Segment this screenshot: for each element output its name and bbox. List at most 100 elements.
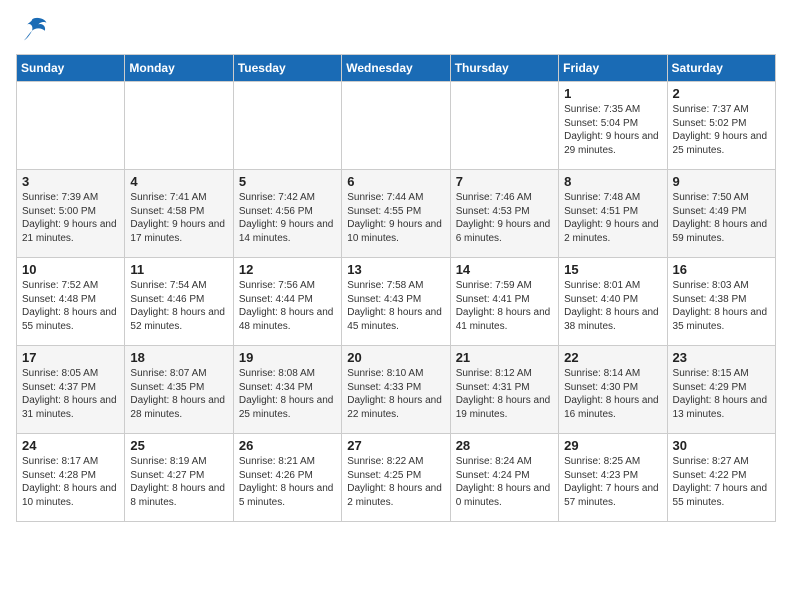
calendar-cell: 20 Sunrise: 8:10 AM Sunset: 4:33 PM Dayli… [342,346,450,434]
day-number: 6 [347,174,444,189]
weekday-header-thursday: Thursday [450,55,558,82]
day-info: Sunrise: 8:25 AM Sunset: 4:23 PM Dayligh… [564,455,661,509]
day-info: Sunrise: 7:52 AM Sunset: 4:48 PM Dayligh… [22,279,119,333]
day-number: 4 [130,174,227,189]
day-number: 13 [347,262,444,277]
weekday-header-wednesday: Wednesday [342,55,450,82]
day-number: 22 [564,350,661,365]
calendar-cell: 24Sunrise: 8:17 AM Sunset: 4:28 PM Dayli… [17,434,125,522]
day-info: Sunrise: 7:58 AM Sunset: 4:43 PM Dayligh… [347,279,444,333]
day-number: 8 [564,174,661,189]
day-info: Sunrise: 8:15 AM Sunset: 4:29 PM Dayligh… [673,367,770,421]
day-info: Sunrise: 8:24 AM Sunset: 4:24 PM Dayligh… [456,455,553,509]
calendar-cell: 14Sunrise: 7:59 AM Sunset: 4:41 PM Dayli… [450,258,558,346]
calendar-cell: 25 Sunrise: 8:19 AM Sunset: 4:27 PM Dayli… [125,434,233,522]
calendar-cell: 4 Sunrise: 7:41 AM Sunset: 4:58 PM Daylig… [125,170,233,258]
logo [16,16,52,44]
day-info: Sunrise: 7:41 AM Sunset: 4:58 PM Dayligh… [130,191,227,245]
calendar-cell [17,82,125,170]
day-number: 21 [456,350,553,365]
calendar-cell: 16 Sunrise: 8:03 AM Sunset: 4:38 PM Dayli… [667,258,775,346]
weekday-header-saturday: Saturday [667,55,775,82]
day-info: Sunrise: 8:17 AM Sunset: 4:28 PM Dayligh… [22,455,119,509]
calendar-cell: 26 Sunrise: 8:21 AM Sunset: 4:26 PM Dayli… [233,434,341,522]
day-number: 12 [239,262,336,277]
calendar-week-3: 10 Sunrise: 7:52 AM Sunset: 4:48 PM Dayli… [17,258,776,346]
calendar-cell: 23 Sunrise: 8:15 AM Sunset: 4:29 PM Dayli… [667,346,775,434]
day-number: 17 [22,350,119,365]
day-info: Sunrise: 7:42 AM Sunset: 4:56 PM Dayligh… [239,191,336,245]
day-number: 23 [673,350,770,365]
day-number: 7 [456,174,553,189]
day-number: 9 [673,174,770,189]
day-info: Sunrise: 8:08 AM Sunset: 4:34 PM Dayligh… [239,367,336,421]
day-info: Sunrise: 7:56 AM Sunset: 4:44 PM Dayligh… [239,279,336,333]
day-info: Sunrise: 7:46 AM Sunset: 4:53 PM Dayligh… [456,191,553,245]
calendar-cell [450,82,558,170]
day-number: 5 [239,174,336,189]
weekday-header-sunday: Sunday [17,55,125,82]
logo-icon [16,16,48,44]
calendar-cell [125,82,233,170]
calendar-cell [233,82,341,170]
day-number: 28 [456,438,553,453]
day-number: 18 [130,350,227,365]
calendar-cell: 27 Sunrise: 8:22 AM Sunset: 4:25 PM Dayli… [342,434,450,522]
calendar-week-4: 17 Sunrise: 8:05 AM Sunset: 4:37 PM Dayli… [17,346,776,434]
calendar-week-2: 3 Sunrise: 7:39 AM Sunset: 5:00 PM Daylig… [17,170,776,258]
day-number: 11 [130,262,227,277]
day-number: 29 [564,438,661,453]
calendar-cell: 18 Sunrise: 8:07 AM Sunset: 4:35 PM Dayli… [125,346,233,434]
calendar-cell: 29 Sunrise: 8:25 AM Sunset: 4:23 PM Dayli… [559,434,667,522]
calendar-cell: 28 Sunrise: 8:24 AM Sunset: 4:24 PM Dayli… [450,434,558,522]
day-number: 27 [347,438,444,453]
day-number: 26 [239,438,336,453]
weekday-header-monday: Monday [125,55,233,82]
calendar-cell: 22 Sunrise: 8:14 AM Sunset: 4:30 PM Dayli… [559,346,667,434]
day-info: Sunrise: 8:27 AM Sunset: 4:22 PM Dayligh… [673,455,770,509]
day-info: Sunrise: 8:01 AM Sunset: 4:40 PM Dayligh… [564,279,661,333]
day-number: 1 [564,86,661,101]
day-info: Sunrise: 7:54 AM Sunset: 4:46 PM Dayligh… [130,279,227,333]
day-number: 3 [22,174,119,189]
calendar-cell: 6Sunrise: 7:44 AM Sunset: 4:55 PM Daylig… [342,170,450,258]
calendar-cell: 13 Sunrise: 7:58 AM Sunset: 4:43 PM Dayli… [342,258,450,346]
weekday-header-tuesday: Tuesday [233,55,341,82]
day-info: Sunrise: 8:12 AM Sunset: 4:31 PM Dayligh… [456,367,553,421]
weekday-header-row: SundayMondayTuesdayWednesdayThursdayFrid… [17,55,776,82]
calendar-week-5: 24Sunrise: 8:17 AM Sunset: 4:28 PM Dayli… [17,434,776,522]
calendar-cell [342,82,450,170]
calendar-cell: 5 Sunrise: 7:42 AM Sunset: 4:56 PM Daylig… [233,170,341,258]
calendar-cell: 17 Sunrise: 8:05 AM Sunset: 4:37 PM Dayli… [17,346,125,434]
day-info: Sunrise: 8:21 AM Sunset: 4:26 PM Dayligh… [239,455,336,509]
day-number: 10 [22,262,119,277]
day-number: 16 [673,262,770,277]
day-info: Sunrise: 8:03 AM Sunset: 4:38 PM Dayligh… [673,279,770,333]
day-info: Sunrise: 8:22 AM Sunset: 4:25 PM Dayligh… [347,455,444,509]
calendar-cell: 10 Sunrise: 7:52 AM Sunset: 4:48 PM Dayli… [17,258,125,346]
day-number: 15 [564,262,661,277]
calendar-cell: 12 Sunrise: 7:56 AM Sunset: 4:44 PM Dayli… [233,258,341,346]
calendar-week-1: 1 Sunrise: 7:35 AM Sunset: 5:04 PM Daylig… [17,82,776,170]
day-info: Sunrise: 7:37 AM Sunset: 5:02 PM Dayligh… [673,103,770,157]
calendar-cell: 1 Sunrise: 7:35 AM Sunset: 5:04 PM Daylig… [559,82,667,170]
calendar-cell: 30Sunrise: 8:27 AM Sunset: 4:22 PM Dayli… [667,434,775,522]
day-info: Sunrise: 8:10 AM Sunset: 4:33 PM Dayligh… [347,367,444,421]
day-info: Sunrise: 7:59 AM Sunset: 4:41 PM Dayligh… [456,279,553,333]
day-info: Sunrise: 7:39 AM Sunset: 5:00 PM Dayligh… [22,191,119,245]
calendar-cell: 8 Sunrise: 7:48 AM Sunset: 4:51 PM Daylig… [559,170,667,258]
calendar-cell: 2Sunrise: 7:37 AM Sunset: 5:02 PM Daylig… [667,82,775,170]
day-info: Sunrise: 8:19 AM Sunset: 4:27 PM Dayligh… [130,455,227,509]
weekday-header-friday: Friday [559,55,667,82]
day-info: Sunrise: 7:35 AM Sunset: 5:04 PM Dayligh… [564,103,661,157]
day-number: 19 [239,350,336,365]
calendar-cell: 9Sunrise: 7:50 AM Sunset: 4:49 PM Daylig… [667,170,775,258]
day-info: Sunrise: 8:05 AM Sunset: 4:37 PM Dayligh… [22,367,119,421]
calendar-cell: 7 Sunrise: 7:46 AM Sunset: 4:53 PM Daylig… [450,170,558,258]
day-info: Sunrise: 7:48 AM Sunset: 4:51 PM Dayligh… [564,191,661,245]
calendar-cell: 19 Sunrise: 8:08 AM Sunset: 4:34 PM Dayli… [233,346,341,434]
day-info: Sunrise: 8:07 AM Sunset: 4:35 PM Dayligh… [130,367,227,421]
day-number: 25 [130,438,227,453]
day-info: Sunrise: 8:14 AM Sunset: 4:30 PM Dayligh… [564,367,661,421]
day-number: 20 [347,350,444,365]
